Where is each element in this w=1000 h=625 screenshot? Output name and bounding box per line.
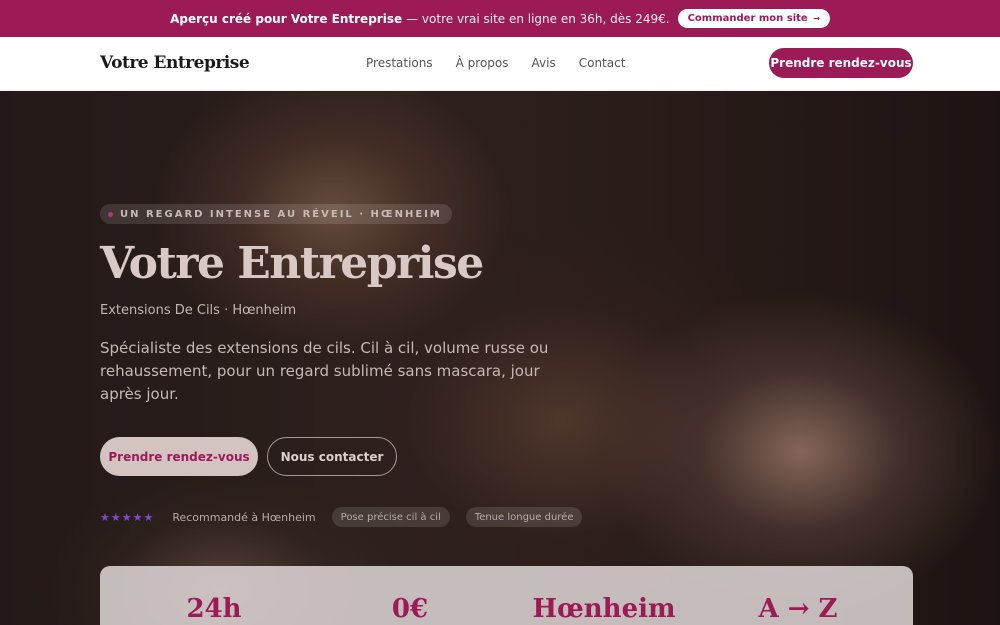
nav-link-avis[interactable]: Avis (532, 56, 556, 70)
nav-link-prestations[interactable]: Prestations (366, 56, 433, 70)
announcement-bar: Aperçu créé pour Votre Entreprise — votr… (0, 0, 1000, 37)
hero-section: UN REGARD INTENSE AU RÉVEIL · HŒNHEIM Vo… (0, 91, 1000, 625)
order-site-button[interactable]: Commander mon site → (677, 9, 830, 28)
arrow-right-icon: → (813, 14, 820, 23)
nav-links: Prestations À propos Avis Contact (366, 56, 625, 70)
site-header: Votre Entreprise Prestations À propos Av… (0, 37, 1000, 91)
stat-value: A → Z (758, 594, 838, 624)
nav-link-a-propos[interactable]: À propos (456, 56, 509, 70)
hero-booking-button[interactable]: Prendre rendez-vous (100, 437, 258, 476)
stat-value: Hœnheim (532, 594, 676, 624)
stat-value: 24h (186, 594, 242, 624)
brand-logo[interactable]: Votre Entreprise (100, 53, 250, 73)
hero-eyebrow-badge: UN REGARD INTENSE AU RÉVEIL · HŒNHEIM (100, 204, 452, 224)
feature-chip: Tenue longue durée (465, 507, 583, 527)
hero-contact-button[interactable]: Nous contacter (267, 437, 397, 476)
header-booking-button[interactable]: Prendre rendez-vous (769, 48, 913, 78)
announcement-strong: Aperçu créé pour Votre Entreprise (170, 11, 403, 26)
announcement-text: — votre vrai site en ligne en 36h, dès 2… (406, 11, 670, 26)
dot-icon (108, 211, 113, 217)
trust-row: ★★★★★ Recommandé à Hœnheim Pose précise … (100, 507, 583, 527)
hero-subtitle: Extensions De Cils · Hœnheim (100, 303, 297, 318)
hero-description: Spécialiste des extensions de cils. Cil … (100, 339, 549, 403)
hero-title: Votre Entreprise (100, 238, 484, 289)
star-rating-icon: ★★★★★ (100, 510, 155, 524)
stats-panel: 24h 0€ Hœnheim A → Z (100, 566, 913, 625)
feature-chip: Pose précise cil à cil (331, 507, 450, 527)
order-site-label: Commander mon site (687, 13, 808, 24)
trust-text: Recommandé à Hœnheim (172, 510, 316, 524)
stat-value: 0€ (391, 594, 429, 624)
nav-link-contact[interactable]: Contact (579, 56, 626, 70)
hero-eyebrow-text: UN REGARD INTENSE AU RÉVEIL · HŒNHEIM (120, 208, 442, 220)
